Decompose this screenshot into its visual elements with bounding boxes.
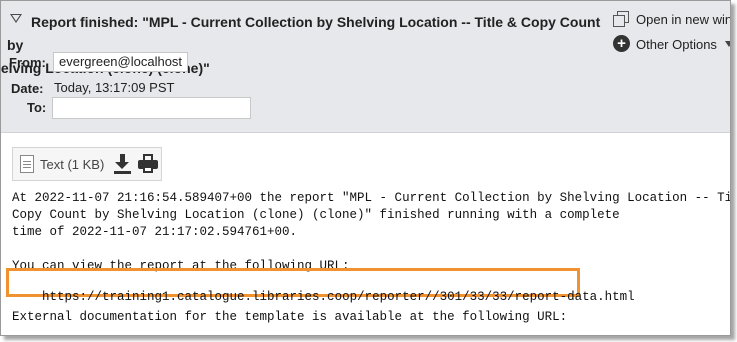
subject-line-1: Report finished: "MPL - Current Collecti… (7, 14, 601, 53)
open-in-new-window-label: Open in new win (636, 12, 731, 27)
new-window-icon (613, 11, 629, 27)
plus-circle-icon: + (613, 35, 630, 52)
print-icon[interactable] (138, 154, 158, 174)
message-header: Report finished: "MPL - Current Collecti… (1, 1, 730, 133)
body-line-1: At 2022-11-07 21:16:54.589407+00 the rep… (12, 191, 731, 205)
download-icon[interactable] (113, 154, 131, 174)
to-label: To: (27, 100, 47, 115)
chevron-down-icon (725, 41, 730, 47)
from-field[interactable]: evergreen@localhost (53, 52, 189, 72)
body-line-5: External documentation for the template … (12, 310, 568, 324)
attachment-link[interactable]: Text (1 KB) (40, 157, 104, 172)
text-document-icon (20, 155, 34, 173)
from-label: From: (9, 55, 46, 70)
body-line-2: Copy Count by Shelving Location (clone) … (12, 208, 620, 222)
email-message-window: Report finished: "MPL - Current Collecti… (0, 0, 731, 336)
report-url-link[interactable]: https://training1.catalogue.libraries.co… (42, 290, 635, 304)
to-field[interactable] (52, 97, 251, 119)
body-line-3: time of 2022-11-07 21:17:02.594761+00. (12, 225, 298, 239)
date-label: Date: (11, 81, 44, 96)
other-options-label: Other Options (636, 37, 717, 52)
date-value: Today, 13:17:09 PST (54, 80, 175, 95)
attachment-bar: Text (1 KB) (12, 147, 162, 181)
